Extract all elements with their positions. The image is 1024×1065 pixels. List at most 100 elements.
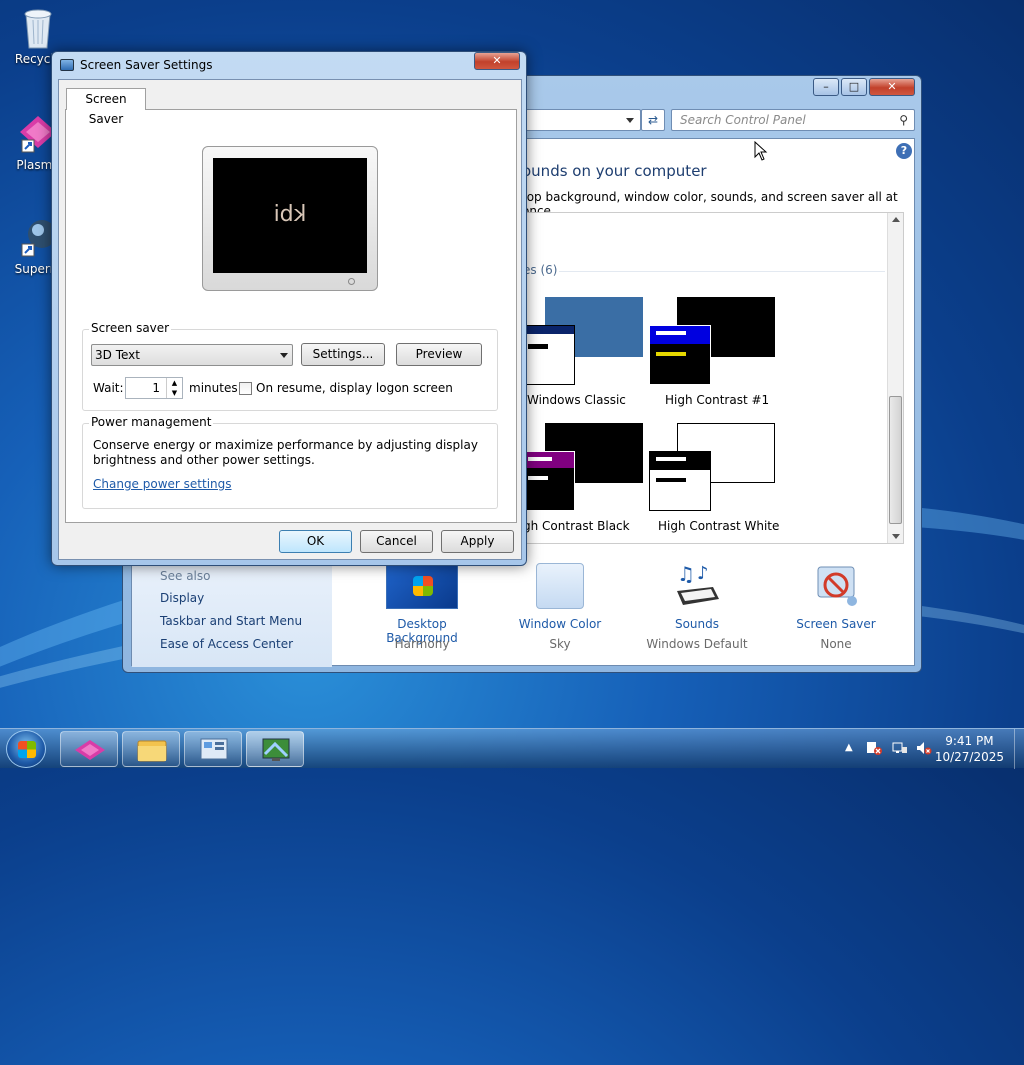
cancel-button[interactable]: Cancel [360, 530, 433, 553]
maximize-button[interactable]: □ [841, 78, 867, 96]
svg-text:♫: ♫ [677, 562, 695, 586]
screen-saver-group-title: Screen saver [89, 321, 172, 335]
taskbar-control-panel[interactable] [184, 731, 242, 767]
stepper-down-icon[interactable]: ▼ [166, 388, 182, 398]
network-icon[interactable] [892, 741, 908, 755]
stepper-up-icon[interactable]: ▲ [166, 378, 182, 388]
taskbar: ▲ 9:41 PM 10/27/2025 [0, 728, 1024, 769]
resume-checkbox[interactable] [239, 382, 252, 395]
power-management-title: Power management [89, 415, 214, 429]
theme-caption: High Contrast White [658, 519, 780, 533]
window-color-label: Window Color [518, 617, 602, 631]
theme-high-contrast-black[interactable] [523, 423, 643, 513]
taskbar-plasma[interactable] [60, 731, 118, 767]
volume-muted-icon[interactable] [916, 741, 932, 755]
screen-saver-item[interactable]: Screen Saver None [776, 561, 896, 661]
control-panel-icon [200, 738, 228, 760]
monitor-preview: kbi [202, 146, 378, 291]
theme-high-contrast-1[interactable] [649, 297, 777, 387]
preview-screen: kbi [213, 158, 367, 273]
plasma-icon [75, 740, 105, 760]
screen-saver-select-value: 3D Text [95, 348, 140, 362]
see-also-link-taskbar[interactable]: Taskbar and Start Menu [160, 614, 302, 628]
tab-screen-saver[interactable]: Screen Saver [66, 88, 146, 126]
screen-saver-label: Screen Saver [796, 617, 876, 631]
wait-label: Wait: [93, 381, 124, 395]
preview-text: kbi [273, 202, 307, 227]
dialog-client: Screen Saver kbi Screen saver 3D Text Se… [58, 79, 522, 560]
search-placeholder: Search Control Panel [680, 113, 806, 127]
theme-caption: Windows Classic [527, 393, 626, 407]
wait-value: 1 [152, 381, 160, 395]
chevron-down-icon [280, 353, 288, 358]
scroll-thumb[interactable] [889, 396, 902, 524]
start-button[interactable] [6, 730, 46, 768]
sounds-value: Windows Default [646, 637, 748, 651]
change-power-settings-link[interactable]: Change power settings [93, 477, 232, 491]
minimize-button[interactable]: – [813, 78, 839, 96]
power-description-line-2: brightness and other power settings. [93, 453, 315, 467]
power-management-group: Power management Conserve energy or maxi… [82, 415, 498, 509]
see-also-link-ease-of-access[interactable]: Ease of Access Center [160, 637, 293, 651]
screen-saver-settings-dialog: Screen Saver Settings ✕ Screen Saver kbi… [51, 51, 527, 566]
apply-button[interactable]: Apply [441, 530, 514, 553]
close-button[interactable]: ✕ [869, 78, 915, 96]
theme-preview-window [649, 325, 711, 385]
scroll-up-icon[interactable] [892, 217, 900, 222]
theme-list[interactable]: es (6) Windows Classic High Contrast #1 [522, 212, 904, 544]
theme-list-scrollbar[interactable] [887, 213, 903, 543]
theme-windows-classic[interactable] [523, 297, 643, 387]
window-color-value: Sky [549, 637, 571, 651]
svg-text:♪: ♪ [697, 563, 709, 584]
refresh-button[interactable]: ⇄ [641, 109, 665, 131]
resume-label[interactable]: On resume, display logon screen [256, 381, 453, 395]
see-also-link-display[interactable]: Display [160, 591, 204, 605]
settings-button[interactable]: Settings... [301, 343, 385, 366]
taskbar-screen-saver-settings[interactable] [246, 731, 304, 767]
help-icon[interactable]: ? [896, 143, 912, 159]
sounds-icon: ♫ ♪ [673, 561, 723, 611]
dropdown-arrow-icon[interactable] [626, 118, 634, 123]
dialog-title: Screen Saver Settings [80, 58, 213, 72]
clock-time: 9:41 PM [945, 734, 994, 748]
screen-saver-group: Screen saver 3D Text Settings... Preview… [82, 321, 498, 411]
window-color-icon [536, 563, 584, 609]
show-hidden-icons-icon[interactable]: ▲ [845, 742, 853, 753]
search-icon[interactable]: ⚲ [899, 113, 908, 127]
dialog-close-button[interactable]: ✕ [474, 52, 520, 70]
dialog-app-icon [60, 59, 74, 71]
screen-saver-select[interactable]: 3D Text [91, 344, 293, 366]
clock-date: 10/27/2025 [934, 750, 1004, 764]
wait-minutes-stepper[interactable]: 1 ▲ ▼ [125, 377, 183, 399]
show-desktop-button[interactable] [1014, 729, 1024, 769]
system-clock[interactable]: 9:41 PM 10/27/2025 [935, 733, 1004, 765]
monitor-power-led [348, 278, 355, 285]
search-input[interactable]: Search Control Panel ⚲ [671, 109, 915, 131]
theme-caption: High Contrast #1 [665, 393, 770, 407]
ok-button[interactable]: OK [279, 530, 352, 553]
see-also-pane: See also Display Taskbar and Start Menu … [132, 559, 332, 667]
desktop-background-icon [386, 563, 458, 609]
window-color-item[interactable]: Window Color Sky [500, 561, 620, 661]
theme-preview-window [523, 325, 575, 385]
section-divider [559, 271, 885, 272]
theme-high-contrast-white[interactable] [649, 423, 777, 513]
screen-saver-tab-panel: kbi Screen saver 3D Text Settings... Pre… [65, 109, 517, 523]
address-bar[interactable] [523, 109, 641, 131]
action-center-icon[interactable] [866, 741, 882, 755]
folder-icon [137, 740, 167, 762]
theme-caption: gh Contrast Black [523, 519, 630, 533]
sounds-item[interactable]: ♫ ♪ Sounds Windows Default [637, 561, 757, 661]
scroll-down-icon[interactable] [892, 534, 900, 539]
mouse-cursor [754, 140, 768, 161]
display-settings-icon [262, 738, 290, 761]
page-heading: ounds on your computer [522, 162, 707, 180]
power-description-line-1: Conserve energy or maximize performance … [93, 438, 478, 452]
screen-saver-icon [814, 563, 860, 609]
taskbar-explorer[interactable] [122, 731, 180, 767]
preview-button[interactable]: Preview [396, 343, 482, 366]
sounds-label: Sounds [674, 617, 720, 631]
desktop-background-item[interactable]: Desktop Background Harmony [362, 561, 482, 661]
screen-saver-value: None [820, 637, 852, 651]
desktop-background-value: Harmony [394, 637, 450, 651]
